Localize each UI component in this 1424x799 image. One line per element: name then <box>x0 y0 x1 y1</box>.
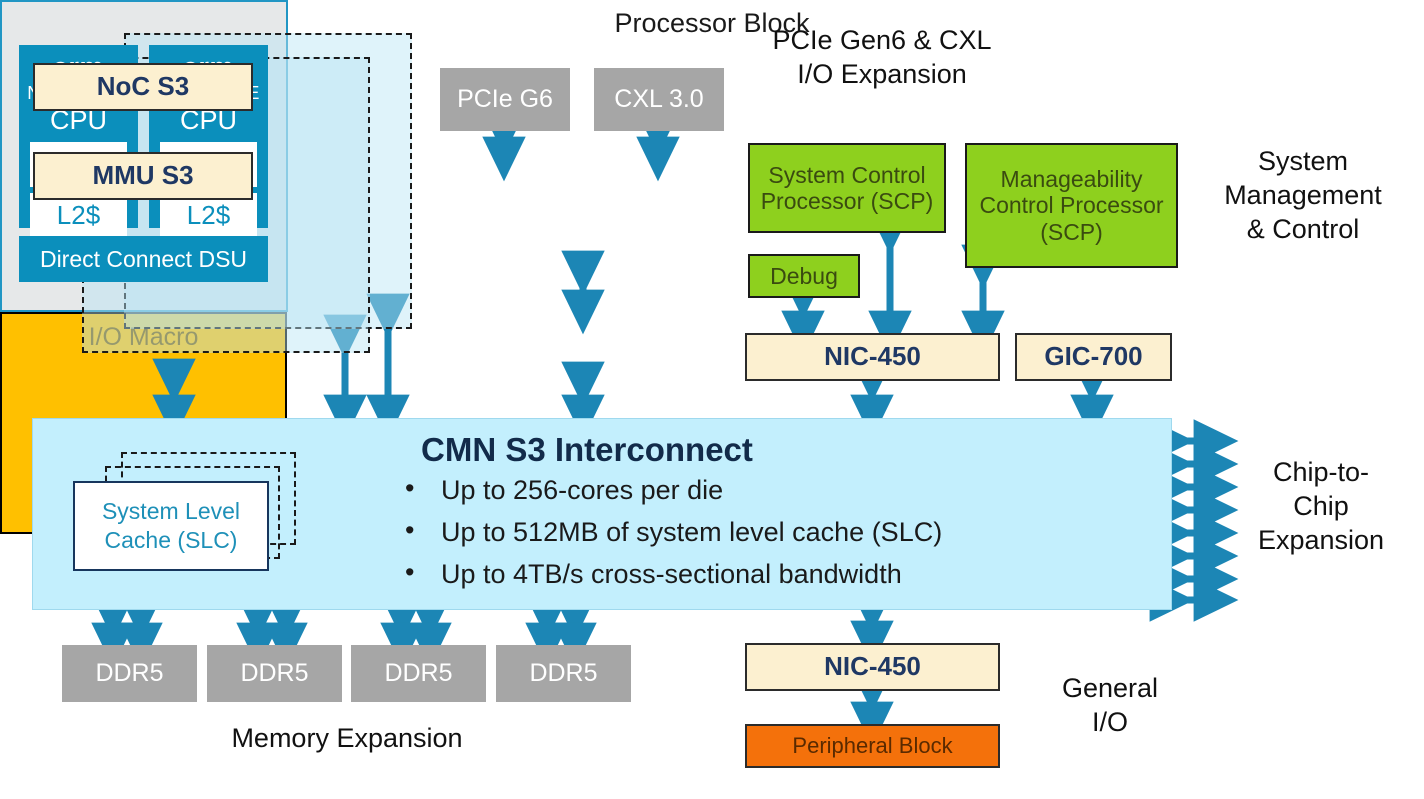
ddr5-channel-3[interactable]: DDR5 <box>351 645 486 702</box>
system-management-caption-line1: System <box>1257 146 1349 176</box>
ddr5-channel-4[interactable]: DDR5 <box>496 645 631 702</box>
cmn-bullet-3-text: Up to 4TB/s cross-sectional bandwidth <box>441 559 902 589</box>
bullet-icon-2: • <box>405 515 415 545</box>
manageability-control-processor-block[interactable]: Manageability Control Processor (SCP) <box>965 143 1178 268</box>
processor-block-title: Processor Block <box>614 8 810 38</box>
ddr5-channel-1[interactable]: DDR5 <box>62 645 197 702</box>
cmn-bullet-2-text: Up to 512MB of system level cache (SLC) <box>441 517 943 547</box>
noc-s3-label: NoC S3 <box>96 71 190 102</box>
system-control-processor-block[interactable]: System Control Processor (SCP) <box>748 143 946 233</box>
io-expansion-caption: PCIe Gen6 & CXL I/O Expansion <box>740 24 1024 92</box>
slc-label-line2: Cache (SLC) <box>104 527 238 553</box>
general-io-caption: General I/O <box>1020 672 1200 740</box>
peripheral-block[interactable]: Peripheral Block <box>745 724 1000 768</box>
cmn-bullet-1: • Up to 256-cores per die <box>405 475 1105 506</box>
bullet-icon-1: • <box>405 473 415 503</box>
direct-connect-dsu[interactable]: Direct Connect DSU <box>19 236 268 282</box>
cmn-title: CMN S3 Interconnect <box>421 431 753 468</box>
system-management-caption: System Management & Control <box>1198 145 1408 246</box>
chip-to-chip-caption-line1: Chip-to- <box>1272 457 1370 487</box>
ddr5-channel-2[interactable]: DDR5 <box>207 645 342 702</box>
bullet-icon-3: • <box>405 557 415 587</box>
memory-expansion-caption: Memory Expansion <box>231 723 463 753</box>
diagram-canvas: Processor Block arm NEOVERSE CPU L1$ L2$… <box>0 0 1424 799</box>
cmn-s3-interconnect[interactable]: System Level Cache (SLC) CMN S3 Intercon… <box>32 418 1172 610</box>
general-io-caption-line1: General <box>1061 673 1159 703</box>
nic-450-block-general-io[interactable]: NIC-450 <box>745 643 1000 691</box>
chip-to-chip-caption: Chip-to- Chip Expansion <box>1226 456 1416 557</box>
io-expansion-caption-line1: PCIe Gen6 & CXL <box>772 25 992 55</box>
gic-700-block[interactable]: GIC-700 <box>1015 333 1172 381</box>
cmn-bullet-1-text: Up to 256-cores per die <box>441 475 724 505</box>
cmn-feature-list: • Up to 256-cores per die • Up to 512MB … <box>405 475 1105 601</box>
cxl-30-block[interactable]: CXL 3.0 <box>594 68 724 131</box>
system-management-caption-line2: Management <box>1224 179 1382 210</box>
general-io-caption-line2: I/O <box>1091 706 1128 737</box>
cmn-bullet-3: • Up to 4TB/s cross-sectional bandwidth <box>405 559 1105 590</box>
noc-s3-block[interactable]: NoC S3 <box>33 63 253 111</box>
cmn-bullet-2: • Up to 512MB of system level cache (SLC… <box>405 517 1105 548</box>
chip-to-chip-caption-line2: Chip <box>1293 490 1349 521</box>
debug-block[interactable]: Debug <box>748 254 860 298</box>
system-level-cache-block[interactable]: System Level Cache (SLC) <box>73 481 269 571</box>
chip-to-chip-caption-line3: Expansion <box>1257 524 1385 555</box>
slc-label-line1: System Level <box>101 498 241 525</box>
system-management-caption-line3: & Control <box>1246 213 1360 244</box>
pcie-g6-block[interactable]: PCIe G6 <box>440 68 570 131</box>
mmu-s3-block[interactable]: MMU S3 <box>33 152 253 200</box>
io-expansion-caption-line2: I/O Expansion <box>797 58 967 89</box>
nic-450-block-management[interactable]: NIC-450 <box>745 333 1000 381</box>
